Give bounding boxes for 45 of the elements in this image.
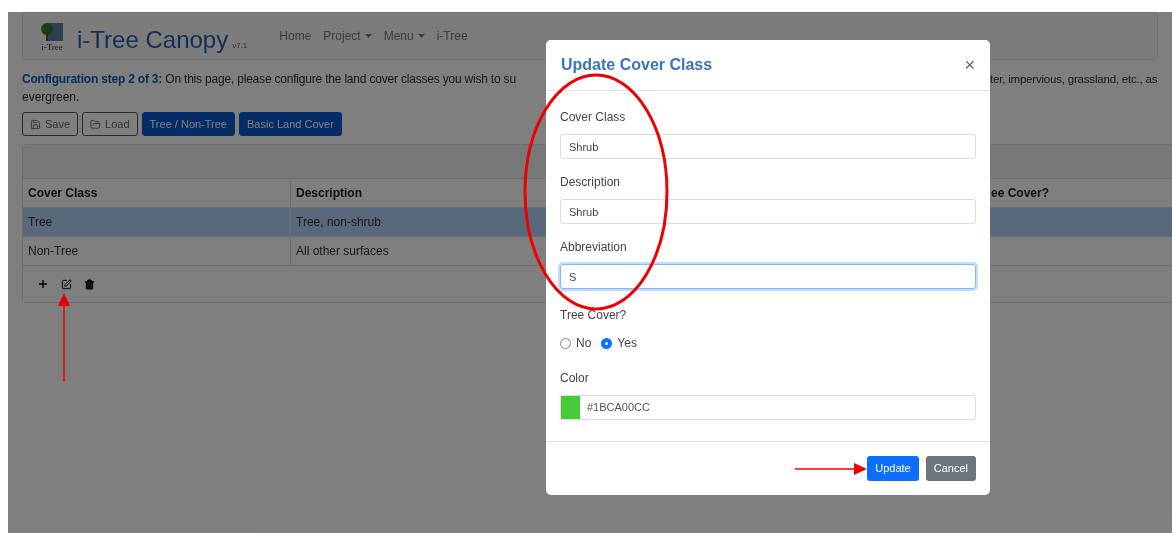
- table-cell[interactable]: Tree: [23, 208, 291, 237]
- field-label: Cover Class: [560, 109, 627, 126]
- column-header: ee Cover?: [991, 185, 1050, 202]
- toolbar-button[interactable]: Basic Land Cover: [239, 112, 342, 136]
- input-field[interactable]: Shrub: [560, 134, 976, 159]
- nav-link[interactable]: Menu: [383, 27, 425, 45]
- column-header: Cover Class: [28, 185, 98, 202]
- folder-icon: [90, 118, 102, 130]
- add-icon[interactable]: [37, 278, 49, 290]
- intro-text: ter, impervious, grassland, etc., as: [990, 72, 1158, 87]
- annotation-arrow: [795, 463, 867, 475]
- column-header: Description: [296, 185, 362, 202]
- field-label: Color: [560, 370, 590, 387]
- edit-icon[interactable]: [61, 278, 72, 290]
- toolbar-button[interactable]: Load: [82, 112, 138, 136]
- nav-link[interactable]: Home: [279, 27, 312, 45]
- version-label: v7.1: [232, 39, 248, 52]
- trash-icon[interactable]: [84, 278, 95, 290]
- intro-text: evergreen.: [22, 89, 80, 106]
- radio-button[interactable]: [601, 337, 613, 349]
- dialog-title: Update Cover Class: [561, 55, 713, 75]
- field-label: Description: [560, 174, 622, 191]
- radio-button[interactable]: [560, 337, 571, 349]
- tree-logo-icon: [39, 20, 65, 43]
- nav-link[interactable]: i-Tree: [436, 27, 468, 45]
- toolbar-button[interactable]: Tree / Non-Tree: [141, 112, 235, 136]
- radio-label: Yes: [617, 335, 637, 352]
- update-button[interactable]: Update: [867, 456, 919, 481]
- logo-caption: i-Tree: [41, 42, 63, 52]
- table-cell[interactable]: Non-Tree: [23, 237, 291, 266]
- field-label: Abbreviation: [560, 239, 628, 256]
- input-field[interactable]: Shrub: [560, 199, 976, 224]
- nav-link[interactable]: Project: [323, 27, 372, 45]
- app-title: i-Tree Canopy: [77, 27, 229, 52]
- caret-icon: [417, 34, 425, 38]
- toolbar-button[interactable]: Save: [22, 112, 79, 136]
- radio-label: No: [576, 335, 592, 352]
- input-field[interactable]: S: [560, 264, 976, 289]
- intro-text: Configuration step 2 of 3: On this page, please configure the land cover classes you wish to su: [22, 71, 517, 88]
- close-button[interactable]: ×: [964, 56, 975, 74]
- color-field[interactable]: #1BCA00CC: [560, 395, 976, 420]
- field-label: Tree Cover?: [560, 307, 628, 324]
- color-value: #1BCA00CC: [587, 400, 650, 416]
- cancel-button[interactable]: Cancel: [925, 456, 976, 481]
- caret-icon: [364, 34, 372, 38]
